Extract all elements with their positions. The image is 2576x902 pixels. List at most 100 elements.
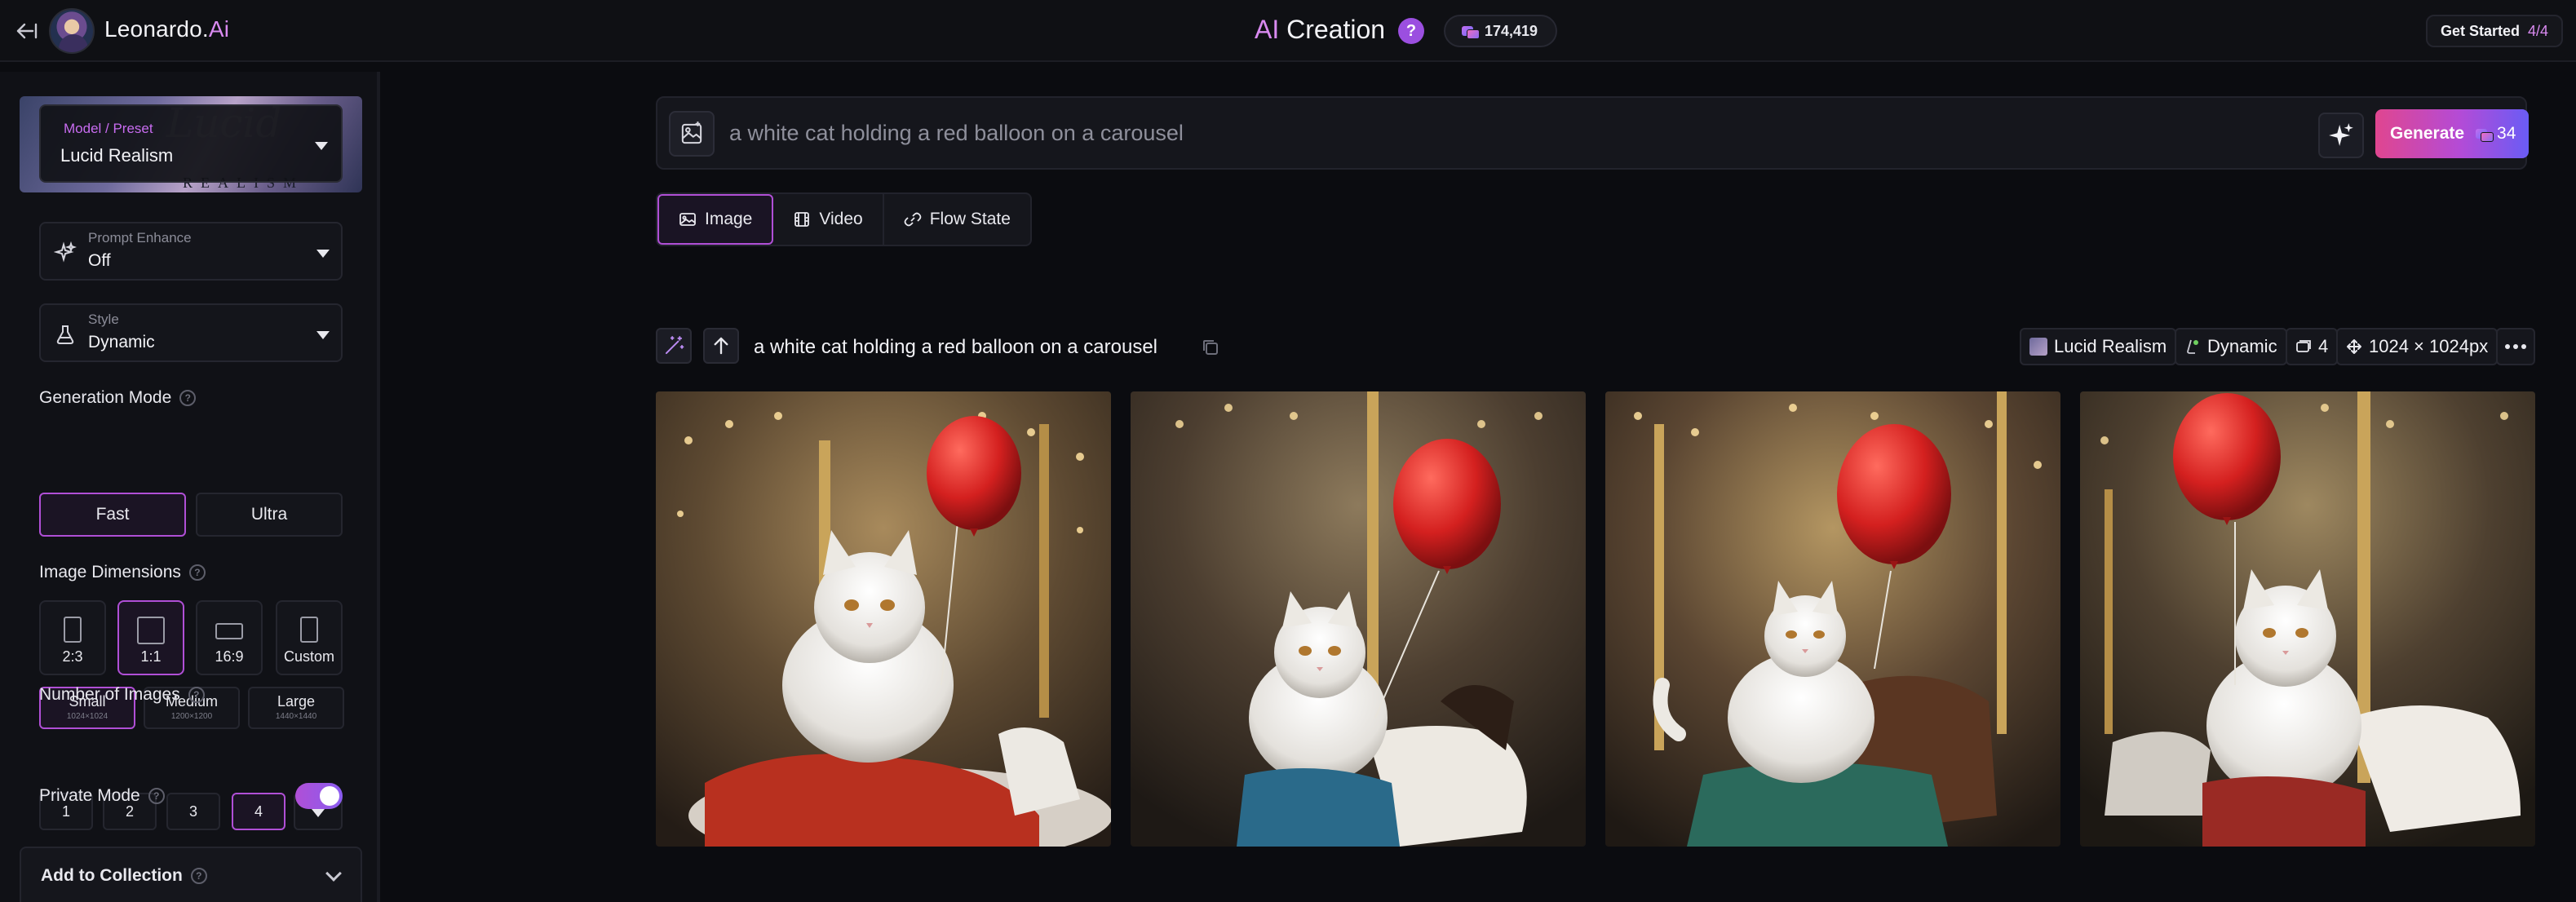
video-icon xyxy=(794,212,810,227)
page-title-rest: Creation xyxy=(1279,15,1386,44)
private-mode-label: Private Mode xyxy=(39,786,140,805)
sparkle-icon xyxy=(54,241,77,263)
generated-image-3[interactable] xyxy=(1605,391,2060,847)
help-circle-icon[interactable]: ? xyxy=(188,687,205,703)
style-select[interactable]: Style Dynamic xyxy=(39,303,343,362)
move-arrows-icon xyxy=(2347,339,2361,354)
generated-image-1[interactable] xyxy=(656,391,1111,847)
app-logo-text[interactable]: Leonardo.Ai xyxy=(104,16,229,42)
magic-wand-icon[interactable] xyxy=(656,328,692,364)
generated-images-gallery xyxy=(656,391,2535,847)
model-preset-value: Lucid Realism xyxy=(60,145,174,166)
tab-flow-state[interactable]: Flow State xyxy=(884,194,1030,245)
generated-image-4[interactable] xyxy=(2080,391,2535,847)
dimensions-chip[interactable]: 1024 × 1024px xyxy=(2336,328,2499,365)
private-mode-toggle[interactable] xyxy=(295,783,343,809)
token-count: 174,419 xyxy=(1485,22,1538,39)
help-circle-icon[interactable]: ? xyxy=(190,868,207,884)
tab-label: Image xyxy=(705,210,753,228)
copy-icon[interactable] xyxy=(1201,338,1220,357)
page-title-accent: AI xyxy=(1255,15,1280,44)
help-icon[interactable]: ? xyxy=(1398,18,1424,44)
settings-sidebar: Lucid REALISM Model / Preset Lucid Reali… xyxy=(0,72,380,902)
ratio-label: 1:1 xyxy=(140,648,162,665)
dimensions-label: 1024 × 1024px xyxy=(2369,336,2489,356)
style-chip-label: Dynamic xyxy=(2207,336,2277,356)
help-circle-icon[interactable]: ? xyxy=(179,390,197,406)
ratio-1-1-button[interactable]: 1:1 xyxy=(117,600,184,675)
size-large-button[interactable]: Large 1440×1440 xyxy=(248,687,344,729)
tab-image[interactable]: Image xyxy=(657,194,774,245)
images-icon xyxy=(2296,340,2311,352)
get-started-progress: 4/4 xyxy=(2528,22,2549,39)
ratio-label: 16:9 xyxy=(215,648,244,665)
size-label: Large xyxy=(277,693,316,710)
caret-down-icon xyxy=(315,142,328,150)
leonardo-logo-avatar[interactable] xyxy=(49,8,95,54)
size-pixels: 1440×1440 xyxy=(275,712,317,721)
num-images-3-button[interactable]: 3 xyxy=(166,793,220,830)
flask-icon xyxy=(2187,339,2198,354)
mode-ultra-button[interactable]: Ultra xyxy=(196,493,343,537)
tab-video[interactable]: Video xyxy=(773,194,884,245)
get-started-button[interactable]: Get Started 4/4 xyxy=(2426,15,2563,47)
num-images-4-button[interactable]: 4 xyxy=(232,793,285,830)
image-count-chip[interactable]: 4 xyxy=(2286,328,2339,365)
model-preset-select[interactable]: Model / Preset Lucid Realism xyxy=(39,104,343,183)
model-preset-label: Model / Preset xyxy=(64,121,153,136)
image-count-label: 4 xyxy=(2318,336,2329,356)
carousel-cat-image xyxy=(2080,391,2535,847)
number-of-images-label: Number of Images xyxy=(39,685,180,704)
generation-mode-title: Generation Mode ? xyxy=(39,388,197,408)
token-balance[interactable]: 174,419 xyxy=(1444,15,1558,47)
portrait-shape-icon xyxy=(64,617,82,643)
prompt-enhance-select[interactable]: Prompt Enhance Off xyxy=(39,222,343,281)
more-options-button[interactable] xyxy=(2496,328,2535,365)
chevron-down-icon xyxy=(325,865,342,882)
generation-prompt: a white cat holding a red balloon on a c… xyxy=(754,336,1157,358)
add-to-collection-label: Add to Collection xyxy=(41,866,183,885)
token-icon xyxy=(1462,24,1480,39)
caret-down-icon xyxy=(316,250,330,258)
ratio-label: Custom xyxy=(283,648,334,665)
caret-down-icon xyxy=(312,809,325,817)
image-prompt-icon[interactable] xyxy=(669,111,715,157)
ratio-2-3-button[interactable]: 2:3 xyxy=(39,600,106,675)
private-mode-title: Private Mode ? xyxy=(39,786,165,806)
ratio-16-9-button[interactable]: 16:9 xyxy=(196,600,263,675)
add-to-collection-panel[interactable]: Add to Collection ? xyxy=(20,847,362,902)
flask-icon xyxy=(56,325,74,344)
ratio-label: 2:3 xyxy=(62,648,83,665)
generate-cost-value: 34 xyxy=(2497,124,2516,143)
number-of-images-title: Number of Images ? xyxy=(39,685,205,705)
mode-fast-button[interactable]: Fast xyxy=(39,493,186,537)
help-circle-icon[interactable]: ? xyxy=(148,788,165,804)
app-name: Leonardo. xyxy=(104,16,209,42)
model-preset-card[interactable]: Lucid REALISM Model / Preset Lucid Reali… xyxy=(20,96,362,192)
ratio-custom-button[interactable]: Custom xyxy=(276,600,343,675)
arrow-up-icon[interactable] xyxy=(703,328,739,364)
generate-button[interactable]: Generate 34 xyxy=(2375,109,2529,158)
custom-shape-icon xyxy=(300,617,318,643)
carousel-cat-image xyxy=(1131,391,1586,847)
collapse-sidebar-icon[interactable] xyxy=(11,16,41,46)
prompt-input[interactable]: a white cat holding a red balloon on a c… xyxy=(729,121,1184,146)
prompt-magic-icon[interactable] xyxy=(2318,113,2364,158)
image-dimensions-title: Image Dimensions ? xyxy=(39,563,206,582)
size-pixels: 1024×1024 xyxy=(66,712,108,721)
model-chip-label: Lucid Realism xyxy=(2054,336,2167,356)
square-shape-icon xyxy=(137,617,165,644)
caret-down-icon xyxy=(316,331,330,339)
top-bar: Leonardo.Ai AI Creation ? 174,419 Get St… xyxy=(0,0,2576,62)
size-pixels: 1200×1200 xyxy=(170,712,213,721)
style-chip[interactable]: Dynamic xyxy=(2175,328,2287,365)
flow-icon xyxy=(904,212,922,227)
more-horizontal-icon xyxy=(2505,344,2526,349)
help-circle-icon[interactable]: ? xyxy=(188,564,206,581)
get-started-label: Get Started xyxy=(2440,22,2520,39)
style-value: Dynamic xyxy=(88,333,155,352)
model-chip[interactable]: Lucid Realism xyxy=(2020,328,2177,365)
generated-image-2[interactable] xyxy=(1131,391,1586,847)
image-icon xyxy=(679,213,696,226)
add-to-collection-title: Add to Collection ? xyxy=(41,866,207,886)
